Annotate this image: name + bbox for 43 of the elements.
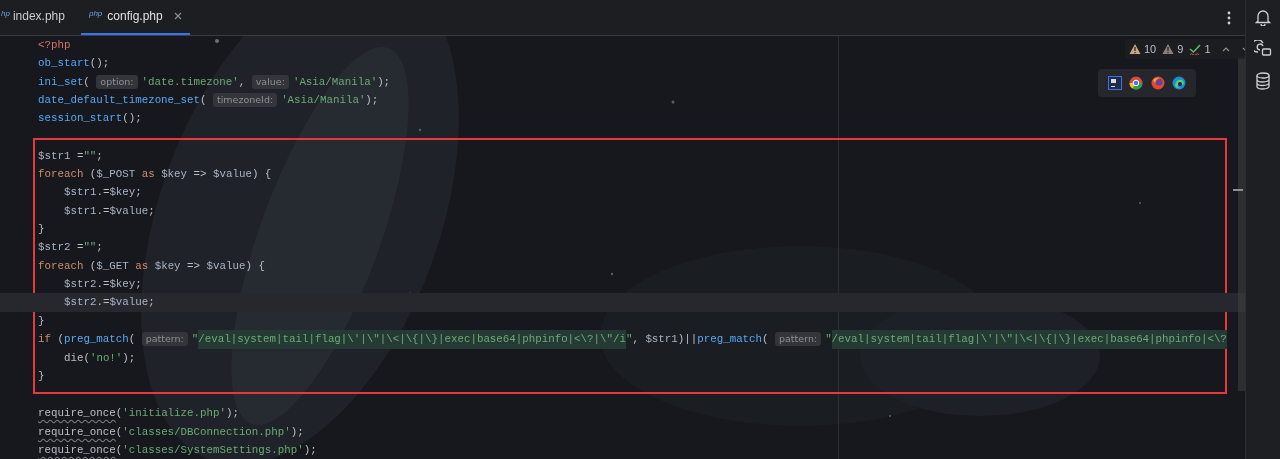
code-line: foreach ($_POST as $key => $value) { xyxy=(38,167,272,183)
more-options-icon[interactable] xyxy=(1227,11,1231,25)
code-line: session_start(); xyxy=(38,111,142,127)
code-line: $str1.=$key; xyxy=(63,185,142,201)
file-type-label: php xyxy=(88,8,103,20)
code-line: ini_set( option: 'date.timezone', value: 'Asia/Manila'); xyxy=(38,73,391,91)
code-line: ob_start(); xyxy=(38,56,110,72)
problem-count: 9 xyxy=(1177,41,1184,57)
problem-count: 10 xyxy=(1144,41,1157,57)
inspection-widget[interactable]: 10 9 1 xyxy=(1125,39,1245,59)
code-line: if (preg_match( pattern: "/eval|system|tail|flag|\'|\"|\<|\{|\}|exec|base64|phpinfo|<\?|\"/i", $str1)||preg_match( pattern: "/eval|system|tail|flag|\'|\"|\<|\{|\}|exec|base64|phpinfo|<\? xyxy=(38,330,1227,349)
close-icon[interactable] xyxy=(173,12,182,20)
editor-tab[interactable]: hp index.php xyxy=(0,0,73,35)
code-line: require_once('initialize.php'); xyxy=(38,406,239,422)
warning-icon xyxy=(1129,43,1141,55)
code-line: date_default_timezone_set( timezoneId: 'Asia/Manila'); xyxy=(38,92,379,110)
code-line: die('no!'); xyxy=(63,350,136,366)
code-line: } xyxy=(38,368,45,384)
code-line: $str2 =""; xyxy=(38,240,103,256)
code-line: $str2.=$key; xyxy=(63,277,142,293)
warning-icon xyxy=(1162,43,1175,55)
chat-icon[interactable] xyxy=(1254,40,1272,58)
app-icon[interactable] xyxy=(1107,76,1122,90)
browser-icon[interactable] xyxy=(1150,76,1165,90)
notifications-icon[interactable] xyxy=(1255,8,1271,26)
scrollbar[interactable] xyxy=(1238,57,1245,391)
code-line: } xyxy=(38,222,45,238)
code-line: } xyxy=(38,313,45,329)
database-icon[interactable] xyxy=(1255,72,1271,90)
file-type-label: hp xyxy=(1,8,10,20)
code-line: foreach ($_GET as $key => $value) { xyxy=(38,258,265,274)
scroll-marker xyxy=(1233,189,1243,191)
code-line: require_once('classes/DBConnection.php'); xyxy=(38,424,304,440)
problem-count: 1 xyxy=(1204,41,1211,57)
browser-icon[interactable] xyxy=(1129,76,1144,90)
code-line: require_once('classes/SystemSettings.php'); xyxy=(38,442,317,458)
tab-label: index.php xyxy=(12,8,65,25)
code-line: $str1 =""; xyxy=(38,148,103,164)
check-icon xyxy=(1189,43,1202,55)
browser-icon[interactable] xyxy=(1172,76,1187,90)
tab-label: config.php xyxy=(107,8,163,25)
code-line: $str1.=$value; xyxy=(63,203,155,219)
code-line: <?php xyxy=(38,38,71,53)
